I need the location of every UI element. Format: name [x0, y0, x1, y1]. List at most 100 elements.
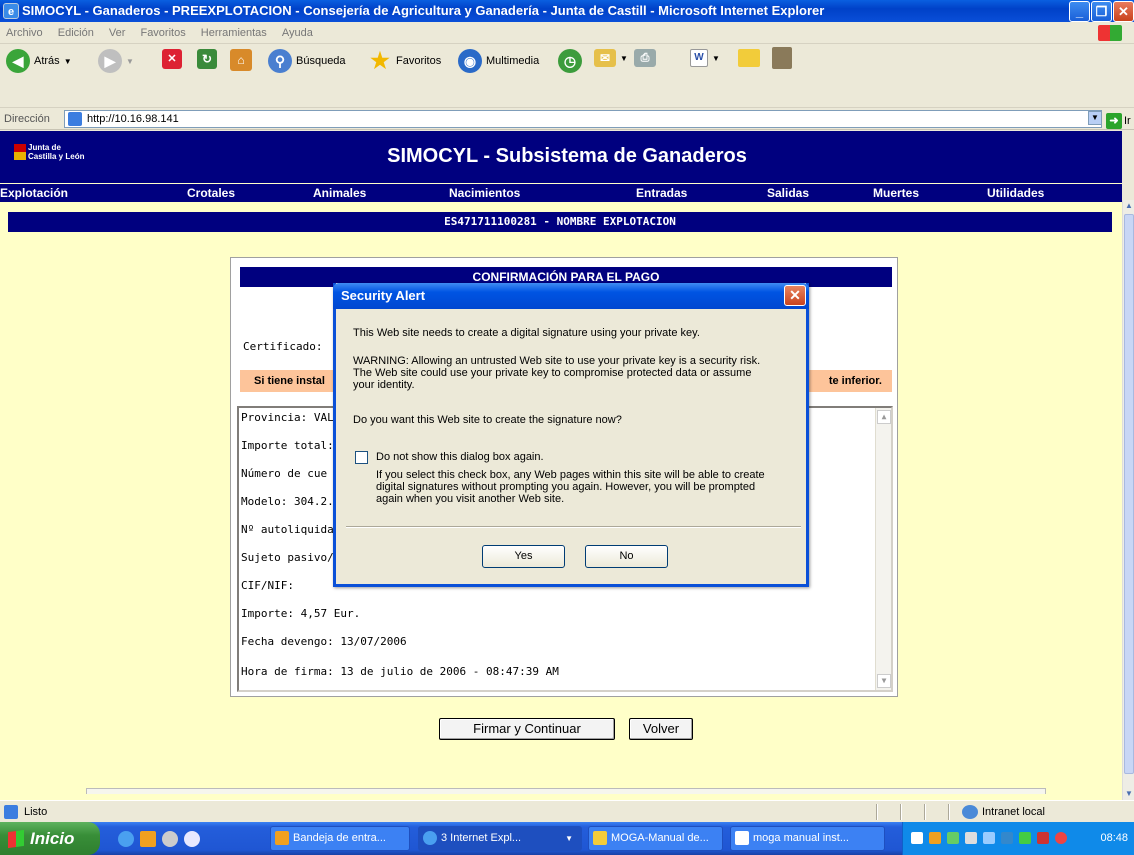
outlook-quicklaunch-icon[interactable] — [140, 831, 156, 847]
dialog-close-button[interactable]: ✕ — [784, 285, 806, 306]
detail-line: Número de cue — [241, 467, 328, 480]
dialog-titlebar: Security Alert ✕ — [333, 283, 809, 309]
task-label: Bandeja de entra... — [293, 832, 386, 844]
outlook-tray-icon[interactable] — [929, 832, 941, 844]
scroll-up-icon[interactable]: ▲ — [877, 410, 891, 424]
menu-archivo[interactable]: Archivo — [6, 27, 43, 39]
antivirus-tray-icon[interactable] — [1037, 832, 1049, 844]
task-label: moga manual inst... — [753, 832, 849, 844]
scroll-thumb[interactable] — [1124, 214, 1134, 774]
word-icon: W — [690, 49, 708, 67]
nav-muertes[interactable]: Muertes — [873, 184, 919, 202]
task-word[interactable]: moga manual inst... — [730, 826, 885, 851]
windows-logo-icon — [1098, 25, 1122, 41]
status-divider — [900, 804, 902, 820]
outlook-icon — [275, 831, 289, 845]
refresh-icon: ↻ — [197, 49, 217, 69]
scroll-down-icon[interactable]: ▼ — [877, 674, 891, 688]
forward-button[interactable]: ▶ ▼ — [98, 49, 134, 73]
ie-quicklaunch-icon[interactable] — [118, 831, 134, 847]
search-icon: ⚲ — [268, 49, 292, 73]
nav-animales[interactable]: Animales — [313, 184, 366, 202]
security-tray-icon[interactable] — [1055, 832, 1067, 844]
menu-ayuda[interactable]: Ayuda — [282, 27, 313, 39]
menu-edicion[interactable]: Edición — [58, 27, 94, 39]
dropdown-arrow-icon: ▼ — [126, 56, 134, 66]
mail-tray-icon[interactable] — [911, 832, 923, 844]
page-hscroll[interactable] — [86, 788, 1046, 794]
nav-crotales[interactable]: Crotales — [187, 184, 235, 202]
menu-ver[interactable]: Ver — [109, 27, 126, 39]
menu-favoritos[interactable]: Favoritos — [140, 27, 185, 39]
monitor-tray-icon[interactable] — [983, 832, 995, 844]
edit-button[interactable]: W ▼ — [690, 49, 720, 67]
nav-explotacion[interactable]: Explotación — [0, 184, 68, 202]
task-outlook[interactable]: Bandeja de entra... — [270, 826, 410, 851]
detail-line: Provincia: VAL — [241, 411, 334, 424]
task-folder[interactable]: MOGA-Manual de... — [588, 826, 723, 851]
update-tray-icon[interactable] — [1001, 832, 1013, 844]
window-titlebar: e SIMOCYL - Ganaderos - PREEXPLOTACION -… — [0, 0, 1134, 22]
minimize-button[interactable]: _ — [1069, 1, 1090, 22]
nav-nacimientos[interactable]: Nacimientos — [449, 184, 520, 202]
detail-line: Importe: 4,57 Eur. — [241, 607, 361, 620]
start-button[interactable]: Inicio — [0, 822, 100, 855]
multimedia-button[interactable]: ◉ Multimedia — [458, 49, 539, 73]
favorites-button[interactable]: ★ Favoritos — [368, 49, 441, 73]
close-window-button[interactable]: ✕ — [1113, 1, 1134, 22]
address-input[interactable]: http://10.16.98.141 — [64, 110, 1102, 128]
go-button[interactable]: ➜ Ir — [1106, 110, 1131, 132]
folder-icon — [593, 831, 607, 845]
stop-button[interactable]: ✕ — [162, 49, 182, 69]
go-arrow-icon: ➜ — [1106, 113, 1122, 129]
dropdown-arrow-icon: ▼ — [63, 56, 72, 66]
address-dropdown-button[interactable]: ▼ — [1088, 111, 1102, 125]
no-button[interactable]: No — [585, 545, 668, 568]
status-divider — [924, 804, 926, 820]
refresh-button[interactable]: ↻ — [197, 49, 217, 69]
print-button[interactable]: ⎙ — [634, 49, 656, 67]
security-zone: Intranet local — [982, 806, 1045, 818]
dialog-warning-line1: WARNING: Allowing an untrusted Web site … — [353, 355, 761, 367]
dropdown-arrow-icon: ▼ — [565, 834, 573, 843]
dialog-title: Security Alert — [341, 288, 426, 303]
details-scrollbar[interactable]: ▲ ▼ — [875, 408, 891, 690]
certificate-label: Certificado: — [243, 340, 323, 353]
menu-herramientas[interactable]: Herramientas — [201, 27, 267, 39]
network-tray-icon[interactable] — [947, 832, 959, 844]
nav-entradas[interactable]: Entradas — [636, 184, 687, 202]
shield-tray-icon[interactable] — [1019, 832, 1031, 844]
nav-salidas[interactable]: Salidas — [767, 184, 809, 202]
security-alert-dialog: Security Alert ✕ This Web site needs to … — [333, 283, 809, 587]
discuss-button[interactable] — [738, 49, 760, 67]
scroll-up-icon[interactable]: ▲ — [1123, 200, 1134, 212]
sign-continue-button[interactable]: Firmar y Continuar — [439, 718, 615, 740]
address-label: Dirección — [4, 113, 50, 125]
nav-utilidades[interactable]: Utilidades — [987, 184, 1044, 202]
back-button[interactable]: ◀ Atrás ▼ — [6, 49, 72, 73]
site-title: SIMOCYL - Subsistema de Ganaderos — [387, 145, 747, 167]
mail-button[interactable]: ✉ ▼ — [594, 49, 628, 67]
warning-text-left: Si tiene instal — [254, 375, 325, 387]
go-label: Ir — [1124, 115, 1131, 127]
home-button[interactable]: ⌂ — [230, 49, 252, 71]
printer-icon: ⎙ — [634, 49, 656, 67]
maximize-button[interactable]: ❐ — [1091, 1, 1112, 22]
yes-button[interactable]: Yes — [482, 545, 565, 568]
task-internet-explorer[interactable]: 3 Internet Expl... ▼ — [418, 826, 582, 851]
page-scrollbar[interactable]: ▲ ▼ — [1122, 200, 1134, 800]
dropdown-arrow-icon: ▼ — [712, 53, 720, 63]
volume-tray-icon[interactable] — [965, 832, 977, 844]
checkbox-label[interactable]: Do not show this dialog box again. — [376, 451, 544, 463]
do-not-show-checkbox[interactable] — [355, 451, 368, 464]
window-title: SIMOCYL - Ganaderos - PREEXPLOTACION - C… — [22, 3, 825, 18]
back-button-page[interactable]: Volver — [629, 718, 693, 740]
detail-line: Nº autoliquidad — [241, 523, 341, 536]
dialog-warning-line2: The Web site could use your private key … — [353, 367, 752, 379]
search-button[interactable]: ⚲ Búsqueda — [268, 49, 346, 73]
desktop-quicklaunch-icon[interactable] — [184, 831, 200, 847]
scroll-down-icon[interactable]: ▼ — [1123, 788, 1134, 800]
history-button[interactable]: ◷ — [558, 49, 582, 73]
media-quicklaunch-icon[interactable] — [162, 831, 178, 847]
research-button[interactable] — [772, 47, 792, 69]
